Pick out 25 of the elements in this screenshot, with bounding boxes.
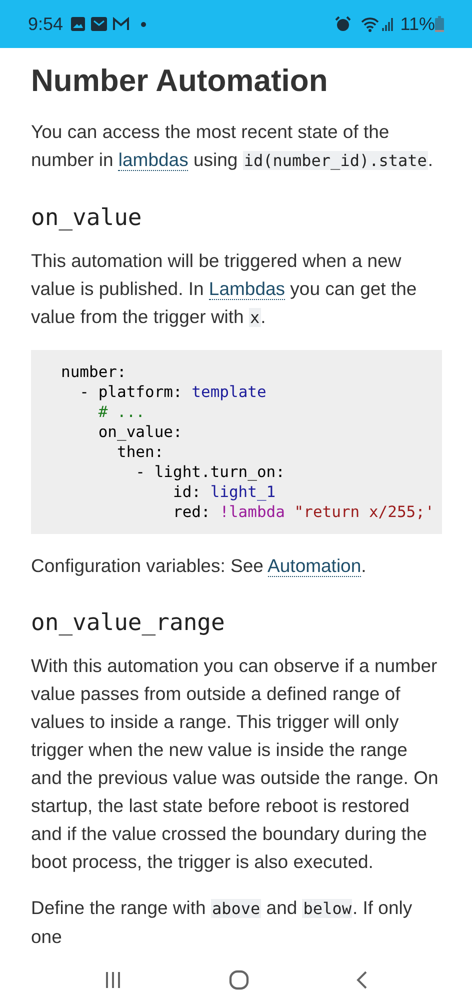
paragraph: With this automation you can observe if a number value passes from outside a defined range of values to inside a range. This trigger will only trigger when the new value is inside the range and the previous value was outside the range. On startup, the last state before reboot is restored and if the value crossed the boundary during the boot process, the trigger is also executed.: [31, 654, 440, 874]
paragraph: Configuration variables: See Automation.: [31, 554, 368, 579]
back-icon[interactable]: [356, 971, 368, 989]
code-block: number: - platform: template # ... on_value: then: - light.turn_on: id: light_1 red: !lambda "return x/255;': [31, 350, 442, 534]
recent-apps-icon[interactable]: [104, 971, 122, 989]
alarm-icon: [335, 16, 352, 32]
battery-percent: 11%: [400, 12, 435, 36]
section-heading: on_value: [31, 204, 143, 233]
link[interactable]: Lambdas: [208, 278, 286, 300]
paragraph: Define the range with above and below. If only one: [31, 896, 414, 949]
link[interactable]: lambdas: [118, 149, 188, 171]
home-icon[interactable]: [228, 970, 249, 990]
status-time: 9:54: [28, 12, 64, 36]
wifi-icon: [361, 16, 380, 32]
paragraph: This automation will be triggered when a new value is published. In Lambdas you can get the value from the trigger with x.: [31, 249, 418, 329]
image-icon: [71, 17, 86, 31]
battery-icon: [435, 16, 444, 32]
section-heading: on_value_range: [31, 609, 226, 638]
dot-icon: [141, 22, 146, 26]
signal-icon: [382, 17, 394, 31]
gmail-icon: [113, 17, 130, 31]
page-title: Number Automation: [31, 62, 329, 100]
mail-icon: [91, 17, 108, 31]
link[interactable]: Automation: [268, 555, 362, 577]
paragraph: You can access the most recent state of the number in lambdas using id(number_id).state.: [31, 120, 434, 173]
